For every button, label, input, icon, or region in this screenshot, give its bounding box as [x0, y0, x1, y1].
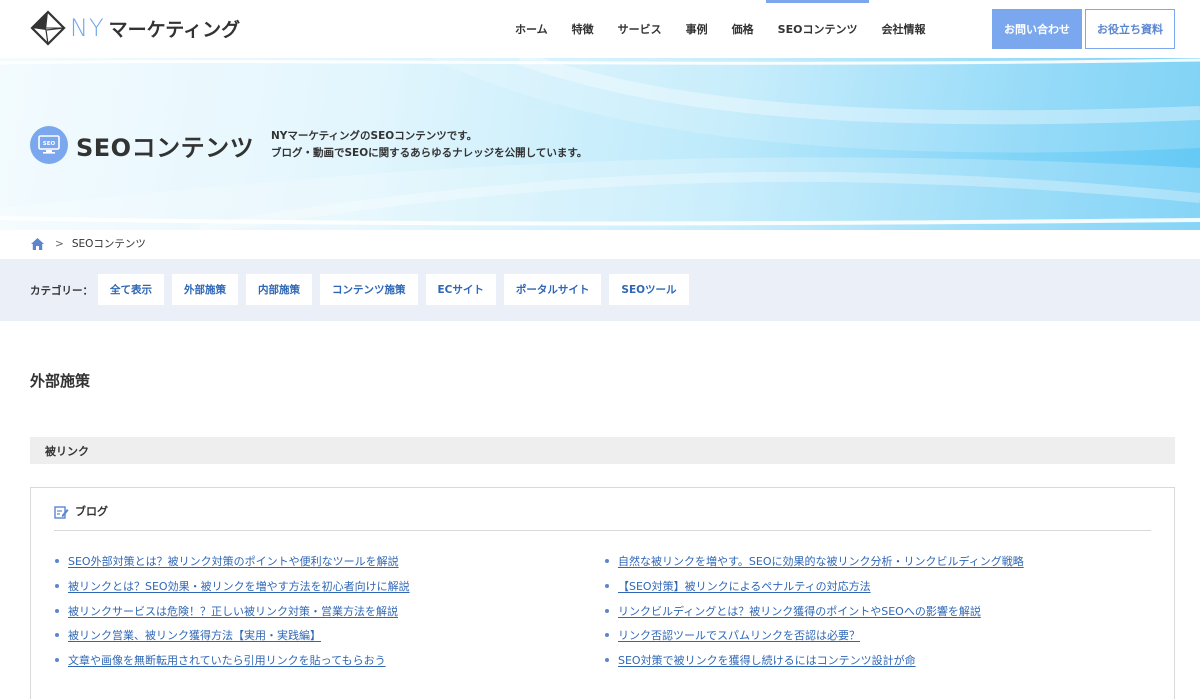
contact-button[interactable]: お問い合わせ	[992, 9, 1082, 49]
hero-description: NYマーケティングのSEOコンテンツです。 ブログ・動画でSEOに関するあらゆる…	[271, 128, 587, 162]
category-all[interactable]: 全て表示	[98, 274, 164, 305]
list-item: 被リンクサービスは危険！？正しい被リンク対策・営業方法を解説	[55, 598, 410, 623]
monitor-icon: SEO	[38, 135, 60, 154]
list-item: SEO対策で被リンクを獲得し続けるにはコンテンツ設計が命	[605, 648, 1024, 673]
blog-link[interactable]: SEO対策で被リンクを獲得し続けるにはコンテンツ設計が命	[618, 652, 916, 668]
bullet-dot	[55, 559, 59, 564]
bullet-dot	[605, 633, 609, 638]
subsection-heading: 被リンク	[30, 437, 1175, 464]
blog-link-list-left: SEO外部対策とは？被リンク対策のポイントや便利なツールを解説 被リンクとは？S…	[55, 549, 410, 672]
category-external[interactable]: 外部施策	[172, 274, 238, 305]
category-internal[interactable]: 内部施策	[246, 274, 312, 305]
list-item: 自然な被リンクを増やす。SEOに効果的な被リンク分析・リンクビルディング戦略	[605, 549, 1024, 574]
blog-link[interactable]: 【SEO対策】被リンクによるペナルティの対応方法	[618, 578, 871, 594]
diamond-logo-icon	[30, 10, 66, 46]
blog-link[interactable]: 自然な被リンクを増やす。SEOに効果的な被リンク分析・リンクビルディング戦略	[618, 553, 1024, 569]
hero-description-line-2: ブログ・動画でSEOに関するあらゆるナレッジを公開しています。	[271, 147, 588, 159]
blog-link-list-right: 自然な被リンクを増やす。SEOに効果的な被リンク分析・リンクビルディング戦略 【…	[605, 549, 1024, 672]
bullet-dot	[55, 608, 59, 613]
list-item: リンク否認ツールでスパムリンクを否認は必要？	[605, 623, 1024, 648]
site-header: NY マーケティング ホーム 特徴 サービス 事例 価格 SEOコンテンツ 会社…	[0, 0, 1200, 58]
list-item: SEO外部対策とは？被リンク対策のポイントや便利なツールを解説	[55, 549, 410, 574]
page-title: SEOコンテンツ	[76, 133, 255, 162]
blog-box-header: ブログ	[54, 505, 1151, 531]
category-bar: カテゴリー： 全て表示 外部施策 内部施策 コンテンツ施策 ECサイト ポータル…	[0, 259, 1200, 321]
blog-box: ブログ SEO外部対策とは？被リンク対策のポイントや便利なツールを解説 被リンク…	[30, 487, 1175, 699]
site-logo[interactable]: NY マーケティング	[30, 10, 240, 46]
global-nav: ホーム 特徴 サービス 事例 価格 SEOコンテンツ 会社情報	[503, 0, 937, 58]
blog-link[interactable]: 被リンク営業、被リンク獲得方法【実用・実践編】	[68, 627, 321, 643]
home-icon[interactable]	[30, 237, 45, 251]
nav-cases[interactable]: 事例	[674, 0, 720, 58]
list-item: 【SEO対策】被リンクによるペナルティの対応方法	[605, 574, 1024, 599]
bullet-dot	[55, 584, 59, 589]
resources-button[interactable]: お役立ち資料	[1085, 9, 1175, 49]
blog-link[interactable]: 被リンクサービスは危険！？正しい被リンク対策・営業方法を解説	[68, 603, 398, 619]
category-ec-site[interactable]: ECサイト	[425, 274, 496, 305]
breadcrumb-separator: >	[55, 237, 64, 250]
blog-box-title: ブログ	[75, 505, 108, 518]
nav-seo-contents[interactable]: SEOコンテンツ	[765, 0, 870, 58]
logo-marketing-text: マーケティング	[108, 18, 241, 41]
list-item: 文章や画像を無断転用されていたら引用リンクを貼ってもらおう	[55, 648, 410, 673]
blog-link[interactable]: 文章や画像を無断転用されていたら引用リンクを貼ってもらおう	[68, 652, 386, 668]
category-seo-tools[interactable]: SEOツール	[609, 274, 689, 305]
category-label: カテゴリー：	[30, 284, 93, 297]
list-item: 被リンク営業、被リンク獲得方法【実用・実践編】	[55, 623, 410, 648]
breadcrumb: > SEOコンテンツ	[30, 235, 146, 252]
nav-features[interactable]: 特徴	[560, 0, 606, 58]
section-title: 外部施策	[30, 372, 91, 390]
blog-link[interactable]: リンク否認ツールでスパムリンクを否認は必要？	[618, 627, 860, 643]
logo-ny-text: NY	[70, 14, 105, 42]
nav-home[interactable]: ホーム	[503, 0, 560, 58]
list-item: 被リンクとは？SEO効果・被リンクを増やす方法を初心者向けに解説	[55, 574, 410, 599]
hero-description-line-1: NYマーケティングのSEOコンテンツです。	[271, 130, 478, 142]
bullet-dot	[605, 658, 609, 663]
bullet-dot	[605, 584, 609, 589]
blog-link[interactable]: リンクビルディングとは？被リンク獲得のポイントやSEOへの影響を解説	[618, 603, 981, 619]
category-content[interactable]: コンテンツ施策	[320, 274, 418, 305]
blog-link[interactable]: SEO外部対策とは？被リンク対策のポイントや便利なツールを解説	[68, 553, 399, 569]
nav-company[interactable]: 会社情報	[869, 0, 937, 58]
bullet-dot	[605, 608, 609, 613]
bullet-dot	[55, 633, 59, 638]
hero-banner: SEO SEOコンテンツ NYマーケティングのSEOコンテンツです。 ブログ・動…	[0, 58, 1200, 230]
nav-services[interactable]: サービス	[606, 0, 674, 58]
monitor-icon-text: SEO	[43, 141, 56, 147]
bullet-dot	[605, 559, 609, 564]
blog-link[interactable]: 被リンクとは？SEO効果・被リンクを増やす方法を初心者向けに解説	[68, 578, 410, 594]
category-portal-site[interactable]: ポータルサイト	[503, 274, 602, 305]
category-list: 全て表示 外部施策 内部施策 コンテンツ施策 ECサイト ポータルサイト SEO…	[98, 274, 697, 305]
breadcrumb-current: SEOコンテンツ	[71, 238, 146, 250]
bullet-dot	[55, 658, 59, 663]
nav-pricing[interactable]: 価格	[720, 0, 766, 58]
edit-note-icon	[54, 506, 69, 519]
monitor-seo-icon: SEO	[30, 126, 68, 164]
list-item: リンクビルディングとは？被リンク獲得のポイントやSEOへの影響を解説	[605, 598, 1024, 623]
